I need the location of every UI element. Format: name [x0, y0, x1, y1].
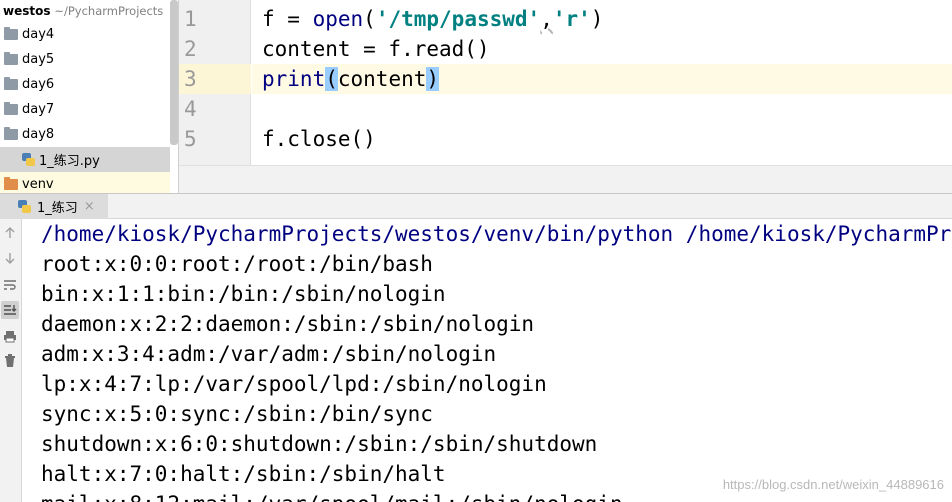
code-editor[interactable]: 1 2 3 4 5 f = open('/tmp/passwd','r') co… — [179, 0, 952, 193]
arrow-up-icon[interactable] — [1, 224, 19, 242]
tree-item-day7[interactable]: day7 — [0, 97, 170, 122]
code-token-brace-match: ( — [325, 67, 338, 91]
line-number-gutter: 1 2 3 4 5 — [179, 0, 251, 165]
tree-item-py-file[interactable]: 1_练习.py — [0, 147, 170, 172]
project-root-name: westos — [3, 4, 51, 18]
project-root-path: ~/PycharmProjects — [54, 4, 164, 18]
soft-wrap-icon[interactable] — [1, 276, 19, 294]
code-line-4[interactable] — [262, 94, 952, 124]
code-line-5[interactable]: f.close() — [262, 124, 952, 154]
code-token-builtin: print — [262, 67, 326, 91]
project-root[interactable]: westos ~/PycharmProjects — [3, 2, 163, 20]
code-token: content — [337, 67, 427, 91]
folder-icon — [4, 127, 18, 140]
code-token-string: '/tmp/passwd' — [375, 7, 541, 31]
console-line: root:x:0:0:root:/root:/bin/bash — [41, 252, 433, 276]
scroll-to-end-icon[interactable] — [1, 301, 19, 319]
code-line-3[interactable]: print(content) — [262, 64, 952, 94]
arrow-down-icon[interactable] — [1, 249, 19, 267]
editor-bottom-area — [179, 165, 952, 193]
python-file-icon — [18, 200, 31, 213]
tree-item-day4[interactable]: day4 — [0, 22, 170, 47]
console-line: shutdown:x:6:0:shutdown:/sbin:/sbin/shut… — [41, 432, 598, 456]
print-icon[interactable] — [1, 327, 19, 345]
tree-item-venv[interactable]: venv — [0, 172, 170, 193]
python-file-icon — [22, 153, 35, 166]
trash-icon[interactable] — [1, 352, 19, 370]
tree-item-label: day4 — [22, 27, 55, 42]
run-tab[interactable]: 1_练习 × — [0, 194, 108, 219]
tree-item-label: day6 — [22, 77, 55, 92]
console-line: adm:x:3:4:adm:/var/adm:/sbin/nologin — [41, 342, 497, 366]
console-line: daemon:x:2:2:daemon:/sbin:/sbin/nologin — [41, 312, 535, 336]
tree-item-label: day5 — [22, 52, 55, 67]
tree-item-label: 1_练习.py — [39, 154, 100, 169]
line-number: 4 — [184, 97, 197, 121]
run-console-output[interactable]: /home/kiosk/PycharmProjects/westos/venv/… — [22, 219, 952, 502]
console-line: halt:x:7:0:halt:/sbin:/sbin/halt — [41, 462, 446, 486]
folder-icon — [4, 77, 18, 90]
console-line-command: /home/kiosk/PycharmProjects/westos/venv/… — [41, 222, 952, 246]
tree-item-label: venv — [22, 177, 54, 192]
line-number: 5 — [184, 127, 197, 151]
run-tab-bar: 1_练习 × — [0, 193, 952, 219]
code-token: ( — [363, 7, 376, 31]
line-number: 1 — [184, 7, 197, 31]
folder-icon — [4, 102, 18, 115]
folder-icon — [4, 52, 18, 65]
console-line: lp:x:4:7:lp:/var/spool/lpd:/sbin/nologin — [41, 372, 547, 396]
watermark-url: https://blog.csdn.net/weixin_44889616 — [722, 477, 944, 492]
tree-item-label: day8 — [22, 127, 55, 142]
line-number: 2 — [184, 37, 197, 61]
code-line-1[interactable]: f = open('/tmp/passwd','r') — [262, 4, 952, 34]
tree-item-day6[interactable]: day6 — [0, 72, 170, 97]
code-token-string: 'r' — [552, 7, 591, 31]
code-token: content = f.read() — [262, 37, 490, 61]
code-token: , — [540, 7, 553, 31]
close-icon[interactable]: × — [84, 199, 95, 214]
code-token: f = — [262, 7, 313, 31]
folder-icon — [4, 177, 18, 190]
line-number: 3 — [184, 67, 197, 91]
folder-icon — [4, 27, 18, 40]
tree-item-label: day7 — [22, 102, 55, 117]
code-line-2[interactable]: content = f.read() — [262, 34, 952, 64]
console-line: bin:x:1:1:bin:/bin:/sbin/nologin — [41, 282, 446, 306]
code-token: ) — [590, 7, 604, 31]
tree-item-day5[interactable]: day5 — [0, 47, 170, 72]
console-line: sync:x:5:0:sync:/sbin:/bin/sync — [41, 402, 433, 426]
console-line: mail:x:8:12:mail:/var/spool/mail:/sbin/n… — [41, 489, 623, 502]
run-toolbar — [0, 219, 22, 502]
run-tab-label: 1_练习 — [37, 201, 78, 216]
tree-item-day8[interactable]: day8 — [0, 122, 170, 147]
code-token-brace-match: ) — [426, 67, 440, 91]
code-token: f.close() — [262, 127, 376, 151]
project-scrollbar[interactable] — [170, 0, 178, 145]
project-tool-window: westos ~/PycharmProjects day4 day5 day6 … — [0, 0, 179, 193]
code-token-builtin: open — [312, 7, 364, 31]
